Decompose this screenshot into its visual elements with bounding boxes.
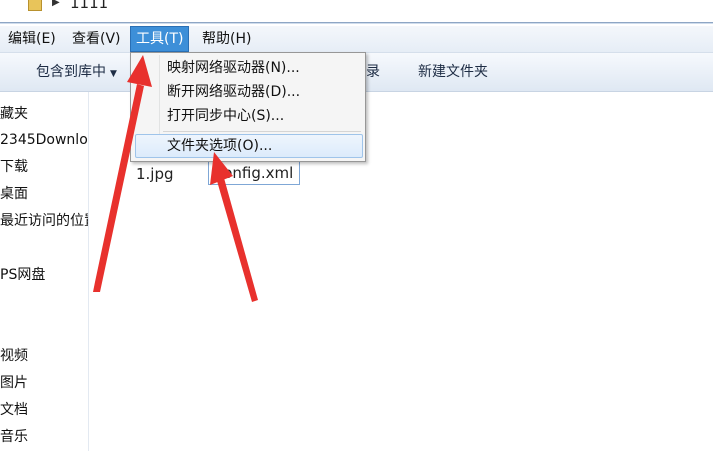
chevron-down-icon: ▼ [110, 69, 117, 79]
menu-tools[interactable]: 工具(T) [130, 26, 190, 52]
nav-item-music[interactable]: 音乐 [0, 426, 28, 448]
menu-item-map-network-drive[interactable]: 映射网络驱动器(N)... [135, 56, 361, 80]
tools-dropdown-menu: 映射网络驱动器(N)... 断开网络驱动器(D)... 打开同步中心(S)...… [130, 52, 366, 162]
include-in-library-label: 包含到库中 [36, 64, 106, 80]
nav-item-videos[interactable]: 视频 [0, 345, 28, 367]
menu-item-label: 打开同步中心(S)... [167, 108, 285, 124]
chevron-right-icon[interactable]: ▶ [52, 0, 60, 8]
nav-item-pictures[interactable]: 图片 [0, 372, 28, 394]
new-folder-button[interactable]: 新建文件夹 [418, 53, 488, 91]
address-box[interactable]: ▶ 1111 [0, 0, 713, 23]
menu-item-folder-options[interactable]: 文件夹选项(O)... [135, 134, 363, 158]
nav-item-recent-places[interactable]: 最近访问的位置 [0, 210, 88, 232]
menu-help[interactable]: 帮助(H) [196, 26, 257, 52]
file-item-jpg[interactable]: 1.jpg [136, 165, 174, 183]
file-item-config[interactable]: config.xml [208, 161, 301, 185]
address-path[interactable]: 1111 [70, 0, 108, 12]
menu-item-label: 断开网络驱动器(D)... [167, 84, 301, 100]
menu-item-label: 文件夹选项(O)... [167, 138, 273, 154]
menu-item-open-sync-center[interactable]: 打开同步中心(S)... [135, 104, 361, 128]
nav-item-documents[interactable]: 文档 [0, 399, 28, 421]
menu-view[interactable]: 查看(V) [66, 26, 127, 52]
toolbar-partial-button[interactable]: 录 [366, 53, 380, 91]
navigation-pane: 藏夹 2345Downlo 下载 桌面 最近访问的位置 PS网盘 视频 图片 文… [0, 92, 89, 451]
menu-edit[interactable]: 编辑(E) [2, 26, 62, 52]
include-in-library-button[interactable]: 包含到库中 ▼ [36, 53, 117, 91]
nav-item-favorites[interactable]: 藏夹 [0, 103, 28, 125]
menu-item-disconnect-network-drive[interactable]: 断开网络驱动器(D)... [135, 80, 361, 104]
menu-bar: 编辑(E) 查看(V) 工具(T) 帮助(H) [0, 26, 713, 53]
nav-item-downloads[interactable]: 下载 [0, 156, 28, 178]
menu-item-label: 映射网络驱动器(N)... [167, 60, 300, 76]
nav-item-desktop[interactable]: 桌面 [0, 183, 28, 205]
nav-item-wps-drive[interactable]: PS网盘 [0, 264, 45, 286]
nav-item-2345downloads[interactable]: 2345Downlo [0, 129, 88, 151]
folder-icon [28, 0, 42, 11]
menu-separator [163, 131, 361, 132]
address-bar: ▶ 1111 [0, 0, 713, 24]
